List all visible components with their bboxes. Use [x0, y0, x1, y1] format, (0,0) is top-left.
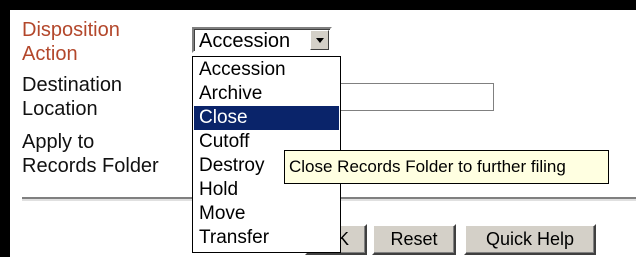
- destination-location-label: Destination Location: [22, 74, 123, 120]
- page-top-border: [0, 0, 636, 10]
- dropdown-option-accession[interactable]: Accession: [194, 58, 339, 82]
- dropdown-option-archive[interactable]: Archive: [194, 82, 339, 106]
- dropdown-option-transfer[interactable]: Transfer: [194, 226, 339, 250]
- quick-help-button[interactable]: Quick Help: [464, 224, 596, 255]
- destination-location-input[interactable]: [336, 83, 494, 111]
- reset-button[interactable]: Reset: [372, 224, 456, 255]
- disposition-action-label: Disposition Action: [22, 19, 120, 65]
- disposition-action-select[interactable]: Accession: [192, 27, 332, 53]
- option-tooltip: Close Records Folder to further filing: [284, 150, 609, 184]
- dropdown-option-move[interactable]: Move: [194, 202, 339, 226]
- page-left-border: [0, 0, 10, 257]
- chevron-down-icon[interactable]: [310, 30, 329, 50]
- select-value: Accession: [199, 30, 291, 52]
- dropdown-option-close[interactable]: Close: [194, 106, 339, 130]
- apply-to-records-folder-label: Apply to Records Folder: [22, 131, 159, 177]
